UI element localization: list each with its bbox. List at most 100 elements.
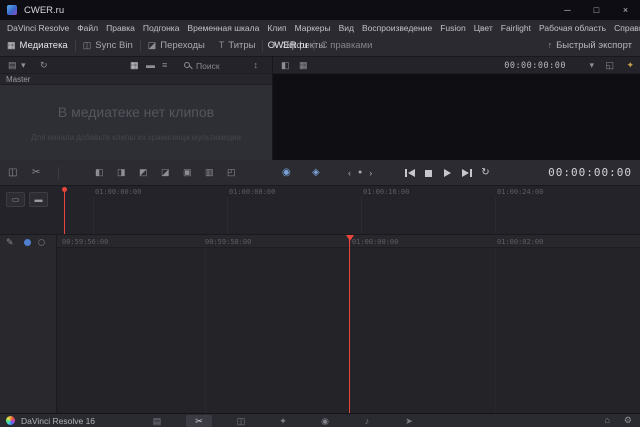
play-button[interactable] <box>440 166 455 180</box>
detail-playhead-pin[interactable] <box>346 235 354 241</box>
sync-bin-label: Sync Bin <box>95 40 133 51</box>
home-icon[interactable]: ⌂ <box>604 416 609 425</box>
menu-clip[interactable]: Клип <box>263 23 290 33</box>
viewer-tools-icon[interactable]: ◧ <box>281 61 290 70</box>
viewer-options-icon[interactable]: ✦ <box>626 61 634 70</box>
stop-button[interactable] <box>421 166 436 180</box>
transitions-label: Переходы <box>160 40 205 51</box>
ruler-tick: 01:00:02:00 <box>497 238 543 246</box>
strip-view-icon[interactable]: ▬ <box>146 61 155 70</box>
next-frame-button[interactable]: › <box>369 166 372 180</box>
page-cut[interactable]: ✂ <box>186 415 212 427</box>
overview-tool-b-button[interactable]: ▬ <box>29 192 48 207</box>
viewer-expand-icon[interactable]: ◱ <box>605 61 614 70</box>
sync-bin-button[interactable]: ◫ Sync Bin <box>76 35 140 56</box>
media-pool-toggle-button[interactable]: ▦ Медиатека <box>0 35 75 56</box>
go-to-start-button[interactable] <box>402 166 417 180</box>
append-icon[interactable]: ◨ <box>117 168 126 177</box>
search-label[interactable]: Поиск <box>196 61 220 71</box>
bin-path-row[interactable]: Master <box>0 74 272 85</box>
menu-markers[interactable]: Маркеры <box>291 23 335 33</box>
timeline-overview[interactable]: ▭ ▬ 01:00:00:00 01:00:08:00 01:00:16:00 … <box>0 186 640 235</box>
close-up-icon[interactable]: ◪ <box>161 168 170 177</box>
menu-fusion[interactable]: Fusion <box>436 23 470 33</box>
ruler-tick: 01:00:16:00 <box>363 188 409 196</box>
menu-workspace[interactable]: Рабочая область <box>535 23 610 33</box>
menu-timeline[interactable]: Временная шкала <box>183 23 263 33</box>
square-glyph <box>425 170 432 177</box>
transition-tool-icon[interactable]: ◰ <box>227 168 236 177</box>
gridline <box>227 197 228 234</box>
project-status: С правками <box>314 40 373 51</box>
overview-tool-a-button[interactable]: ▭ <box>6 192 25 207</box>
maximize-button[interactable]: □ <box>582 0 611 20</box>
gridline <box>93 197 94 234</box>
quick-export-label: Быстрый экспорт <box>556 40 632 51</box>
menu-playback[interactable]: Воспроизведение <box>358 23 436 33</box>
page-fusion[interactable]: ✦ <box>270 415 296 427</box>
menu-color[interactable]: Цвет <box>470 23 497 33</box>
page-edit[interactable]: ◫ <box>228 415 254 427</box>
video-track-enabled-dot[interactable] <box>24 239 31 246</box>
loop-button[interactable]: ↻ <box>478 166 493 180</box>
overview-playhead[interactable] <box>64 191 65 234</box>
minimize-button[interactable]: ─ <box>553 0 582 20</box>
page-deliver[interactable]: ➤ <box>396 415 422 427</box>
sync-clip-icon[interactable]: ◉ <box>282 168 291 178</box>
ruler-tick: 01:00:08:00 <box>229 188 275 196</box>
menu-davinci-resolve[interactable]: DaVinci Resolve <box>3 23 73 33</box>
ripple-overwrite-icon[interactable]: ◩ <box>139 168 148 177</box>
viewer-header: ◧ ▦ 00:00:00:00 ▾ ◱ ✦ <box>273 57 640 74</box>
bottom-bar: DaVinci Resolve 16 ▤ ✂ ◫ ✦ ◉ ♪ ➤ ⌂ ⚙ <box>0 413 640 427</box>
page-color[interactable]: ◉ <box>312 415 338 427</box>
previous-frame-button[interactable]: ‹ <box>348 166 351 180</box>
menu-help[interactable]: Справка <box>610 23 640 33</box>
sort-icon[interactable]: ↕ <box>254 61 259 70</box>
transport-bar: ◫ ✂ ◧ ◨ ◩ ◪ ▣ ▥ ◰ ◉ ◈ ‹ ● › ↻ 00:00:00:0… <box>0 160 640 186</box>
menu-trim[interactable]: Подгонка <box>139 23 184 33</box>
app-icon <box>7 5 17 15</box>
transitions-button[interactable]: ◪ Переходы <box>141 35 212 56</box>
davinci-resolve-window: CWER.ru ─ □ × DaVinci Resolve Файл Правк… <box>0 0 640 427</box>
grid-view-icon[interactable]: ▦ <box>130 61 139 70</box>
pointer-tool-icon[interactable]: ◫ <box>8 168 17 178</box>
gridline <box>361 197 362 234</box>
source-overwrite-icon[interactable]: ▥ <box>205 168 214 177</box>
viewer-zoom-chevron-icon[interactable]: ▾ <box>589 61 594 70</box>
pencil-tool-icon[interactable]: ✎ <box>6 238 14 247</box>
triangle-glyph <box>462 169 469 177</box>
playhead-dot-icon[interactable]: ● <box>358 166 362 180</box>
project-title-area: CWER.ru С правками <box>268 40 373 51</box>
quick-export-button[interactable]: ↑ Быстрый экспорт <box>548 40 632 51</box>
empty-state-subtitle: Для начала добавьте клипы из хранилища м… <box>31 133 241 142</box>
razor-tool-icon[interactable]: ✂ <box>32 168 40 178</box>
list-view-icon[interactable]: ≡ <box>162 61 167 70</box>
place-on-top-icon[interactable]: ▣ <box>183 168 192 177</box>
menu-file[interactable]: Файл <box>73 23 102 33</box>
toolbar-separator <box>58 167 59 179</box>
timeline-detail[interactable]: ✎ 00:59:56:00 00:59:58:00 01:00:00:00 01… <box>0 235 640 413</box>
page-media[interactable]: ▤ <box>144 415 170 427</box>
menu-view[interactable]: Вид <box>335 23 358 33</box>
smart-insert-icon[interactable]: ◧ <box>95 168 104 177</box>
menu-edit[interactable]: Правка <box>102 23 139 33</box>
triangle-glyph <box>408 169 415 177</box>
window-title: CWER.ru <box>24 5 64 16</box>
detail-playhead[interactable] <box>349 235 350 413</box>
close-button[interactable]: × <box>611 0 640 20</box>
chevron-down-icon[interactable]: ▾ <box>21 61 26 70</box>
snapping-icon[interactable]: ◈ <box>312 168 320 178</box>
bin-list-icon[interactable]: ▤ <box>8 61 17 70</box>
viewer-scopes-icon[interactable]: ▦ <box>299 61 308 70</box>
page-fairlight[interactable]: ♪ <box>354 415 380 427</box>
menu-fairlight[interactable]: Fairlight <box>497 23 535 33</box>
davinci-logo-icon <box>6 416 15 425</box>
titles-button[interactable]: T Титры <box>212 35 263 56</box>
go-to-end-button[interactable] <box>459 166 474 180</box>
gear-icon[interactable]: ⚙ <box>624 416 632 425</box>
audio-track-dot[interactable] <box>38 239 45 246</box>
export-icon: ↑ <box>548 41 553 50</box>
search-icon[interactable] <box>184 62 190 68</box>
ruler-tick: 00:59:58:00 <box>205 238 251 246</box>
refresh-icon[interactable]: ↻ <box>40 61 48 70</box>
